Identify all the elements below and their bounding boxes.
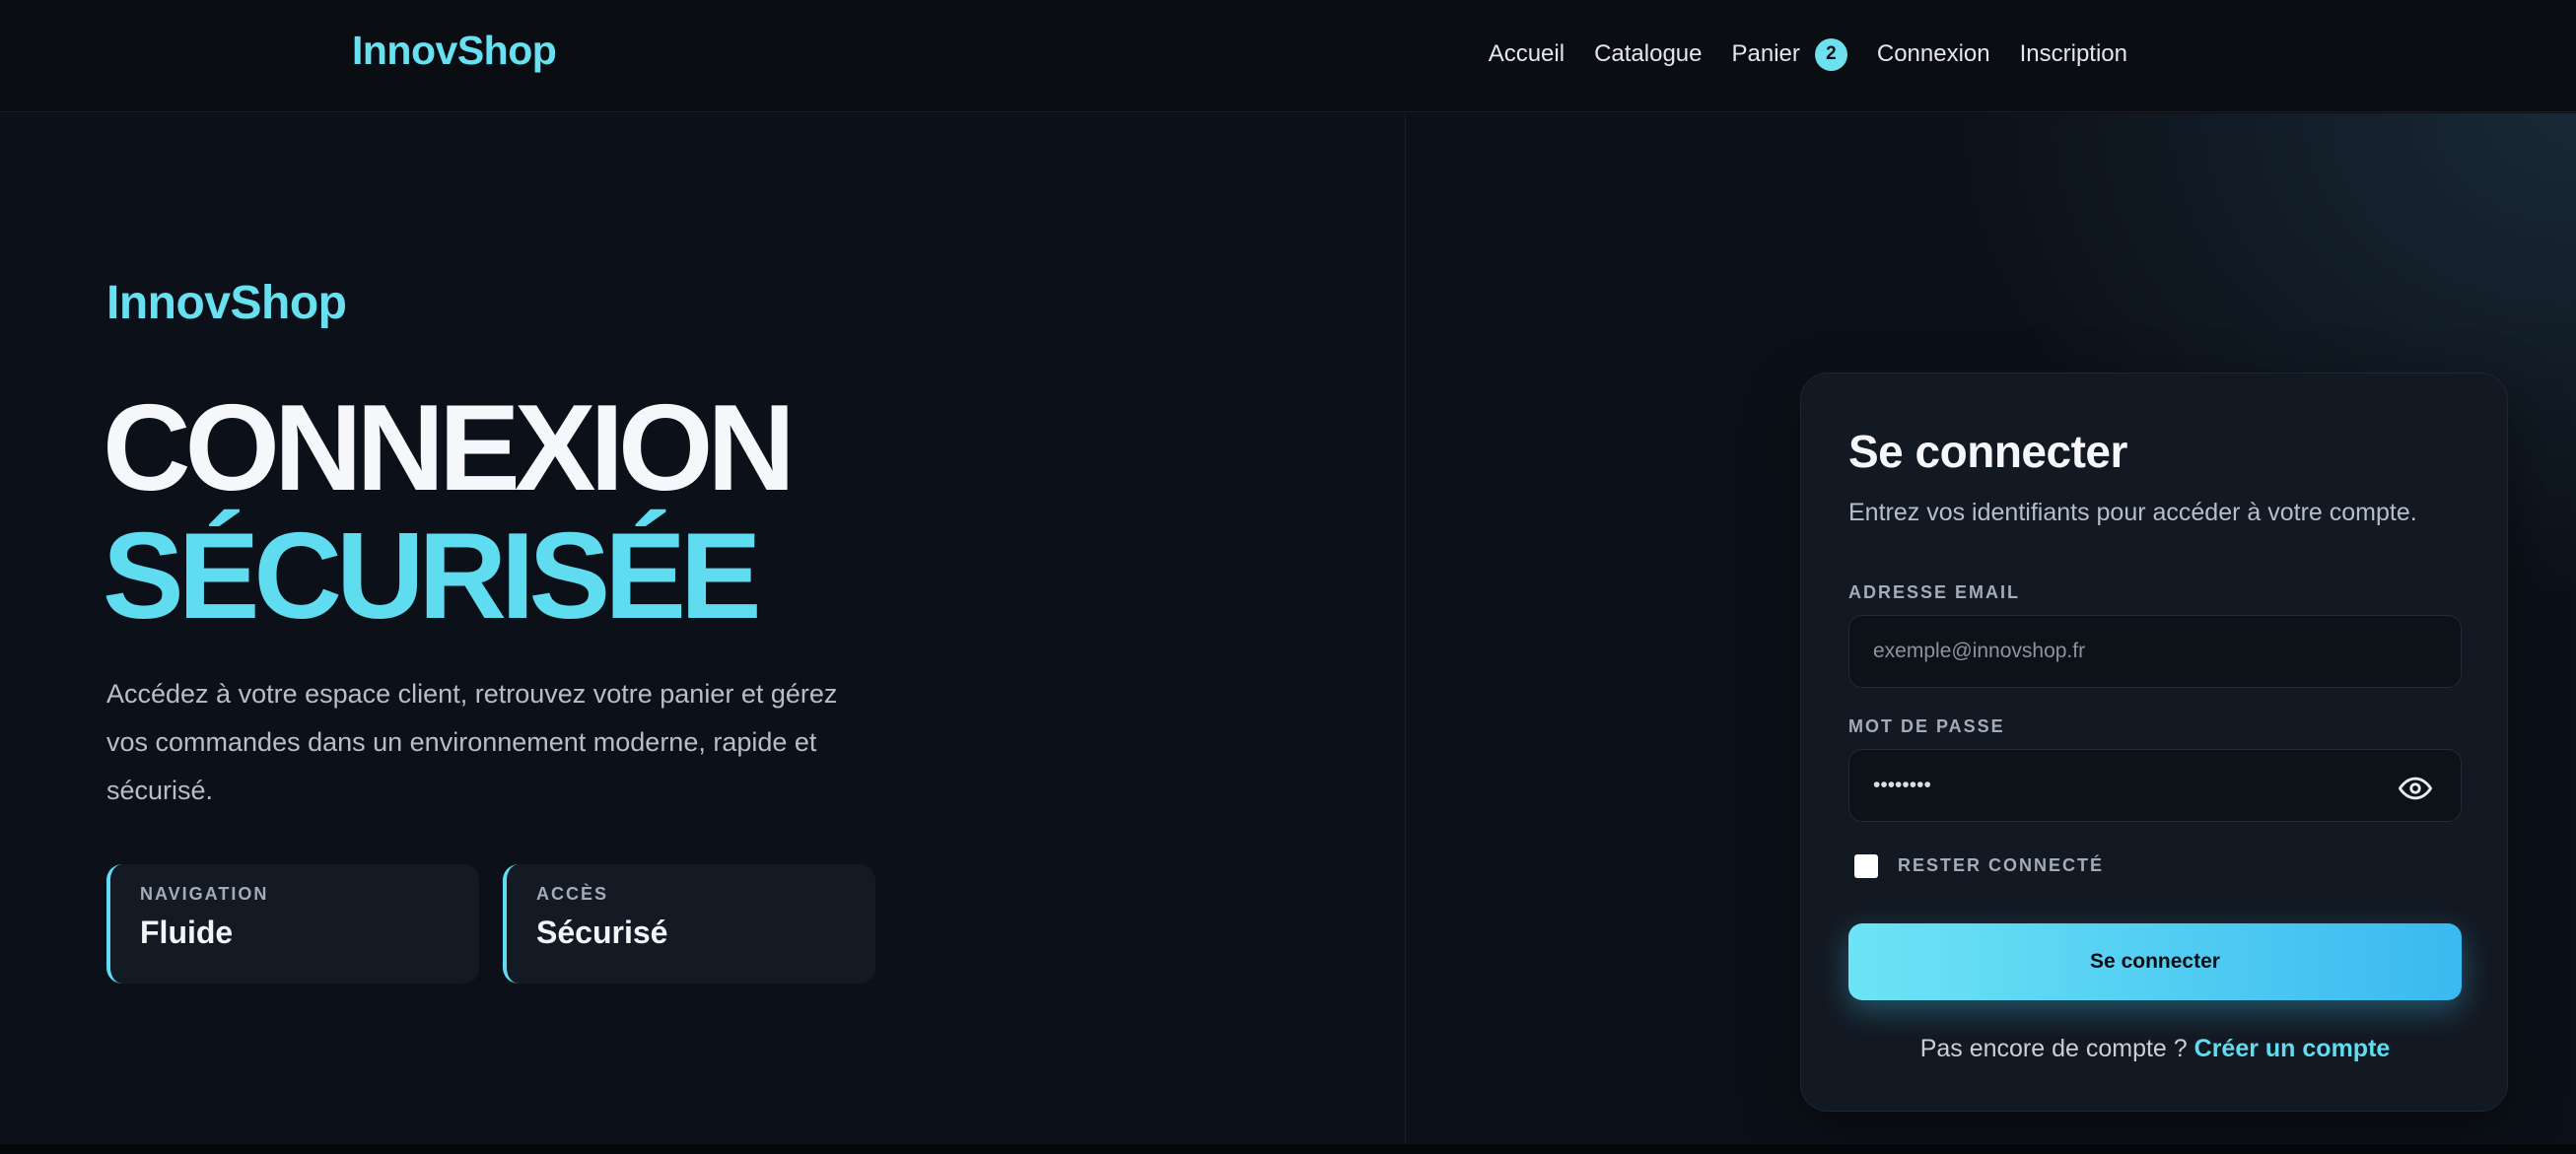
login-subtitle: Entrez vos identifiants pour accéder à v… [1848,499,2417,526]
hero-title-line1: CONNEXION [103,380,796,516]
hero-title-line2: SÉCURISÉE [103,509,762,645]
cart-count-badge: 2 [1814,37,1847,71]
main-nav: Accueil Catalogue Panier 2 Connexion Ins… [1459,34,2127,74]
password-label: MOT DE PASSE [1848,716,2005,736]
feature-value: Sécurisé [536,915,668,950]
feature-card-navigation: NAVIGATION Fluide [106,864,479,984]
nav-link-login[interactable]: Connexion [1877,40,1990,68]
nav-link-home[interactable]: Accueil [1489,40,1565,68]
hero-title: CONNEXION SÉCURISÉE [103,380,796,645]
nav-link-cart[interactable]: Panier 2 [1731,37,1847,71]
remember-me-label[interactable]: RESTER CONNECTÉ [1898,855,2104,876]
hero-description: Accédez à votre espace client, retrouvez… [106,679,838,805]
feature-label: NAVIGATION [140,884,269,904]
signup-prompt-text: Pas encore de compte ? [1919,1035,2194,1062]
password-input[interactable] [1848,749,2462,822]
header-brand-logo[interactable]: InnovShop [352,28,557,74]
feature-label: ACCÈS [536,884,609,904]
email-label: ADRESSE EMAIL [1848,582,2021,602]
remember-me-checkbox[interactable] [1854,854,1878,878]
login-submit-button[interactable]: Se connecter [1848,923,2462,1000]
login-card: Se connecter Entrez vos identifiants pou… [1800,373,2508,1112]
feature-card-access: ACCÈS Sécurisé [503,864,875,984]
nav-link-catalog[interactable]: Catalogue [1594,40,1702,68]
login-title: Se connecter [1848,426,2127,477]
email-input[interactable] [1848,615,2462,688]
section-divider [1405,113,1406,1144]
hero-brand: InnovShop [106,277,347,329]
feature-value: Fluide [140,915,234,950]
footer-strip [0,1144,2576,1154]
nav-link-register[interactable]: Inscription [2020,40,2127,68]
top-navigation-bar: InnovShop Accueil Catalogue Panier 2 Con… [0,0,2576,112]
signup-prompt: Pas encore de compte ? Créer un compte [1801,1035,2509,1063]
login-page-main: InnovShop CONNEXION SÉCURISÉE Accédez à … [0,113,2576,1144]
eye-icon[interactable] [2399,772,2432,805]
create-account-link[interactable]: Créer un compte [2194,1035,2391,1062]
nav-link-cart-label: Panier [1731,40,1800,67]
